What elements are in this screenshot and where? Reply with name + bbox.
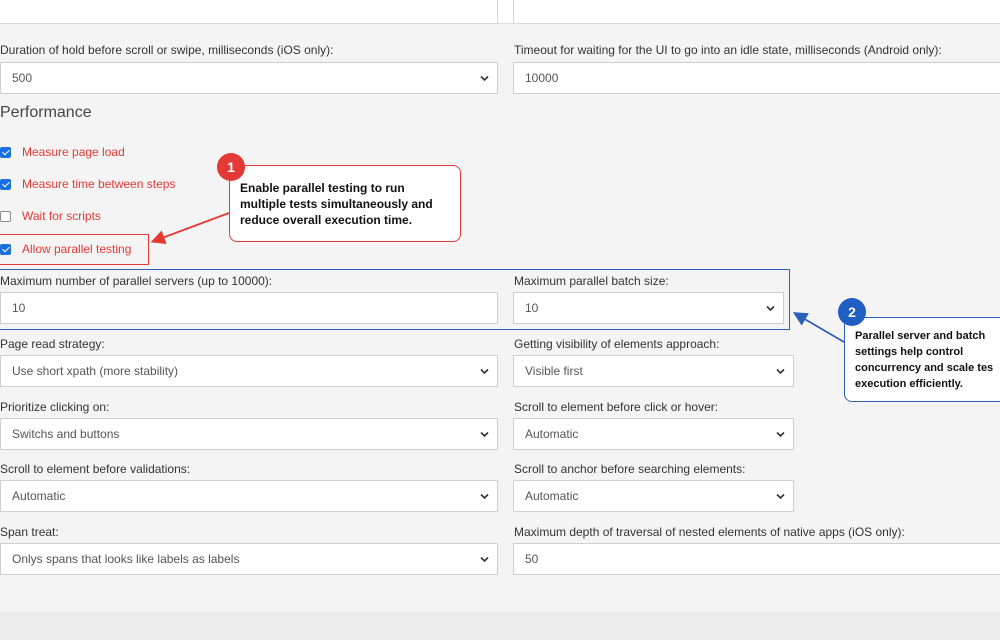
callout-2-line1: Parallel server and batch	[855, 330, 986, 342]
scroll-click-select[interactable]: Automatic	[513, 418, 794, 450]
checkbox-label: Measure time between steps	[22, 177, 176, 191]
scroll-click-label: Scroll to element before click or hover:	[514, 400, 719, 414]
span-treat-value: Onlys spans that looks like labels as la…	[12, 552, 240, 566]
span-treat-label: Span treat:	[0, 525, 59, 539]
callout-1-line3: reduce overall execution time.	[240, 213, 413, 227]
page-read-value: Use short xpath (more stability)	[12, 364, 179, 378]
chevron-down-icon	[776, 368, 785, 375]
checkbox-row-measure-time-between-steps[interactable]: Measure time between steps	[0, 175, 175, 193]
visibility-value: Visible first	[525, 364, 583, 378]
annotation-callout-2: Parallel server and batch settings help …	[844, 317, 1000, 402]
checkbox-label: Measure page load	[22, 145, 125, 159]
scroll-validations-label: Scroll to element before validations:	[0, 462, 191, 476]
visibility-label: Getting visibility of elements approach:	[514, 337, 720, 351]
hold-duration-value: 500	[12, 71, 33, 85]
max-depth-value: 50	[525, 552, 539, 566]
chevron-down-icon	[480, 75, 489, 82]
hold-duration-label: Duration of hold before scroll or swipe,…	[0, 43, 334, 57]
prioritize-select[interactable]: Switchs and buttons	[0, 418, 498, 450]
idle-timeout-label: Timeout for waiting for the UI to go int…	[514, 43, 942, 57]
hold-duration-select[interactable]: 500	[0, 62, 498, 94]
performance-section-title: Performance	[0, 104, 92, 121]
scroll-validations-select[interactable]: Automatic	[0, 480, 498, 512]
callout-1-line2: multiple tests simultaneously and	[240, 197, 433, 211]
top-cutoff-area	[0, 0, 1000, 24]
chevron-down-icon	[480, 493, 489, 500]
callout-1-line1: Enable parallel testing to run	[240, 181, 405, 195]
visibility-select[interactable]: Visible first	[513, 355, 794, 387]
chevron-down-icon	[480, 431, 489, 438]
highlight-box-parallel-testing	[0, 234, 149, 265]
callout-2-line3: concurrency and scale tes	[855, 362, 994, 374]
annotation-badge-2: 2	[838, 298, 866, 326]
page-read-label: Page read strategy:	[0, 337, 105, 351]
red-arrow-icon	[150, 212, 230, 244]
idle-timeout-input[interactable]: 10000	[513, 62, 1000, 94]
max-depth-input[interactable]: 50	[513, 543, 1000, 575]
blue-arrow-icon	[792, 312, 845, 343]
cutoff-field-right[interactable]	[513, 0, 1000, 24]
annotation-callout-1: Enable parallel testing to run multiple …	[229, 165, 461, 242]
chevron-down-icon	[776, 493, 785, 500]
cutoff-field-left[interactable]	[0, 0, 498, 24]
annotation-badge-1: 1	[217, 153, 245, 181]
chevron-down-icon	[480, 368, 489, 375]
chevron-down-icon	[776, 431, 785, 438]
chevron-down-icon	[480, 556, 489, 563]
scroll-validations-value: Automatic	[12, 489, 66, 503]
max-depth-label: Maximum depth of traversal of nested ele…	[514, 525, 905, 539]
prioritize-label: Prioritize clicking on:	[0, 400, 110, 414]
checkbox-label: Wait for scripts	[22, 209, 101, 223]
highlight-box-parallel-settings	[0, 269, 790, 330]
checkbox-row-wait-for-scripts[interactable]: Wait for scripts	[0, 207, 101, 225]
scroll-anchor-select[interactable]: Automatic	[513, 480, 794, 512]
callout-2-line4: execution efficiently.	[855, 378, 963, 390]
idle-timeout-value: 10000	[525, 71, 559, 85]
prioritize-value: Switchs and buttons	[12, 427, 120, 441]
scroll-anchor-value: Automatic	[525, 489, 579, 503]
checkbox-row-measure-page-load[interactable]: Measure page load	[0, 143, 125, 161]
page-read-select[interactable]: Use short xpath (more stability)	[0, 355, 498, 387]
scroll-anchor-label: Scroll to anchor before searching elemen…	[514, 462, 746, 476]
scroll-click-value: Automatic	[525, 427, 579, 441]
footer-strip	[0, 612, 1000, 640]
checkmark-icon[interactable]	[0, 146, 11, 158]
checkbox-empty[interactable]	[0, 210, 11, 222]
span-treat-select[interactable]: Onlys spans that looks like labels as la…	[0, 543, 498, 575]
callout-2-line2: settings help control	[855, 346, 964, 358]
checkmark-icon[interactable]	[0, 178, 11, 190]
